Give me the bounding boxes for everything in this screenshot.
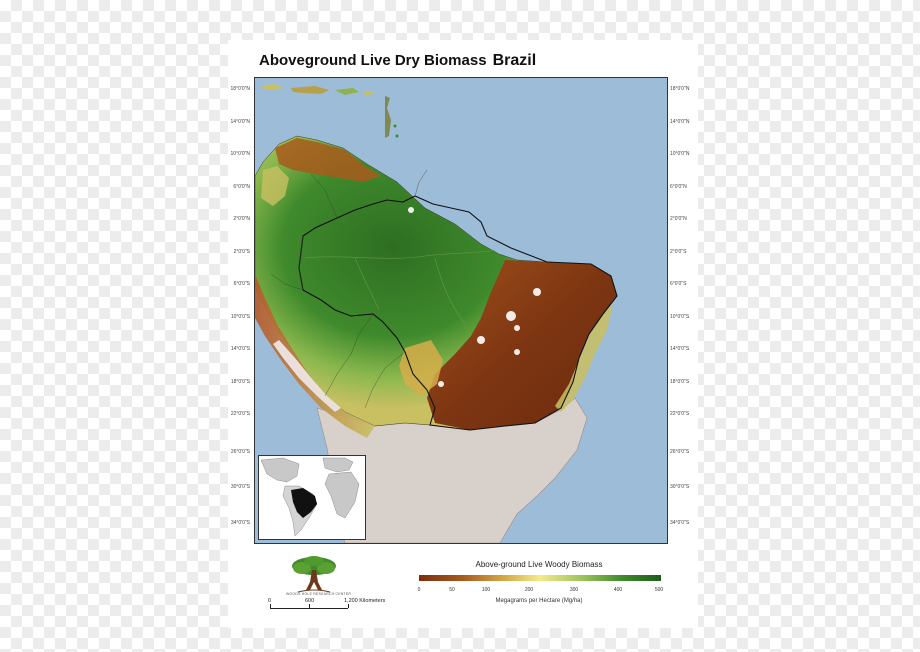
lat-label-left: 10°0'0"S [230, 314, 250, 320]
biomass-legend: Above-ground Live Woody Biomass 0 50 100… [414, 560, 664, 612]
inset-canvas [259, 456, 365, 539]
scale-label: 1,200 Kilometers [344, 598, 386, 604]
scale-bar: 0 600 1,200 Kilometers [268, 598, 418, 614]
lat-label-left: 2°0'0"N [233, 216, 250, 222]
legend-tick-label: 300 [569, 587, 579, 593]
lat-label-right: 22°0'0"S [670, 411, 690, 417]
logo-caption: WOODS HOLE RESEARCH CENTER [286, 592, 352, 596]
region-name: Brazil [492, 52, 537, 69]
lat-label-left: 18°0'0"S [230, 379, 250, 385]
scale-label: 0 [268, 598, 272, 604]
lat-label-left: 34°0'0"S [230, 520, 250, 526]
lat-label-left: 6°0'0"N [233, 184, 250, 190]
lat-label-right: 30°0'0"S [670, 484, 690, 490]
lat-label-right: 6°0'0"N [670, 184, 687, 190]
legend-tick-label: 400 [613, 587, 623, 593]
lat-label-right: 26°0'0"S [670, 449, 690, 455]
lat-label-right: 2°0'0"N [670, 216, 687, 222]
lat-label-right: 10°0'0"N [670, 151, 690, 157]
lat-label-left: 26°0'0"S [230, 449, 250, 455]
lat-label-right: 2°0'0"S [670, 249, 687, 255]
lat-label-left: 10°0'0"N [230, 151, 250, 157]
legend-color-ramp [419, 575, 661, 581]
lat-label-left: 14°0'0"N [230, 119, 250, 125]
lat-label-left: 2°0'0"S [233, 249, 250, 255]
legend-title: Above-ground Live Woody Biomass [475, 560, 603, 569]
scale-tick [309, 604, 310, 608]
title-text: Aboveground Live Dry Biomass [259, 52, 487, 69]
map-title: Aboveground Live Dry Biomass Brazil [259, 52, 536, 70]
lat-label-left: 14°0'0"S [230, 346, 250, 352]
legend-units: Megagrams per Hectare (Mg/ha) [495, 598, 583, 604]
lat-label-left: 22°0'0"S [230, 411, 250, 417]
scale-bar-line [270, 608, 348, 609]
lat-label-right: 14°0'0"S [670, 346, 690, 352]
scale-tick [270, 604, 271, 608]
lat-label-right: 6°0'0"S [670, 281, 687, 287]
lat-label-left: 18°0'0"N [230, 86, 250, 92]
scale-tick [348, 604, 349, 608]
lat-label-left: 30°0'0"S [230, 484, 250, 490]
legend-tick-label: 200 [524, 587, 534, 593]
scale-label: 600 [305, 598, 315, 604]
locator-inset-map [258, 455, 366, 540]
lat-label-right: 10°0'0"S [670, 314, 690, 320]
lat-label-right: 34°0'0"S [670, 520, 690, 526]
lat-label-right: 18°0'0"N [670, 86, 690, 92]
lat-label-right: 14°0'0"N [670, 119, 690, 125]
legend-tick-label: 500 [654, 587, 664, 593]
lat-label-right: 18°0'0"S [670, 379, 690, 385]
legend-tick-label: 0 [417, 587, 421, 593]
legend-tick-label: 100 [481, 587, 491, 593]
lat-label-left: 6°0'0"S [233, 281, 250, 287]
legend-tick-label: 50 [449, 587, 455, 593]
